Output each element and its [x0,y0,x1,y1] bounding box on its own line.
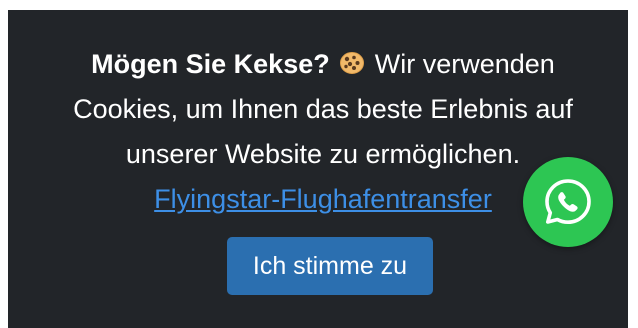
page-frame: Mögen Sie Kekse? Wir verwenden Cookies, … [0,0,638,328]
whatsapp-button[interactable] [523,157,613,247]
accept-cookies-button[interactable]: Ich stimme zu [227,237,433,295]
site-link[interactable]: Flyingstar-Flughafentransfer [154,184,492,214]
whatsapp-icon [545,179,591,224]
cookie-heading: Mögen Sie Kekse? [91,49,330,79]
cookie-icon [339,44,365,74]
